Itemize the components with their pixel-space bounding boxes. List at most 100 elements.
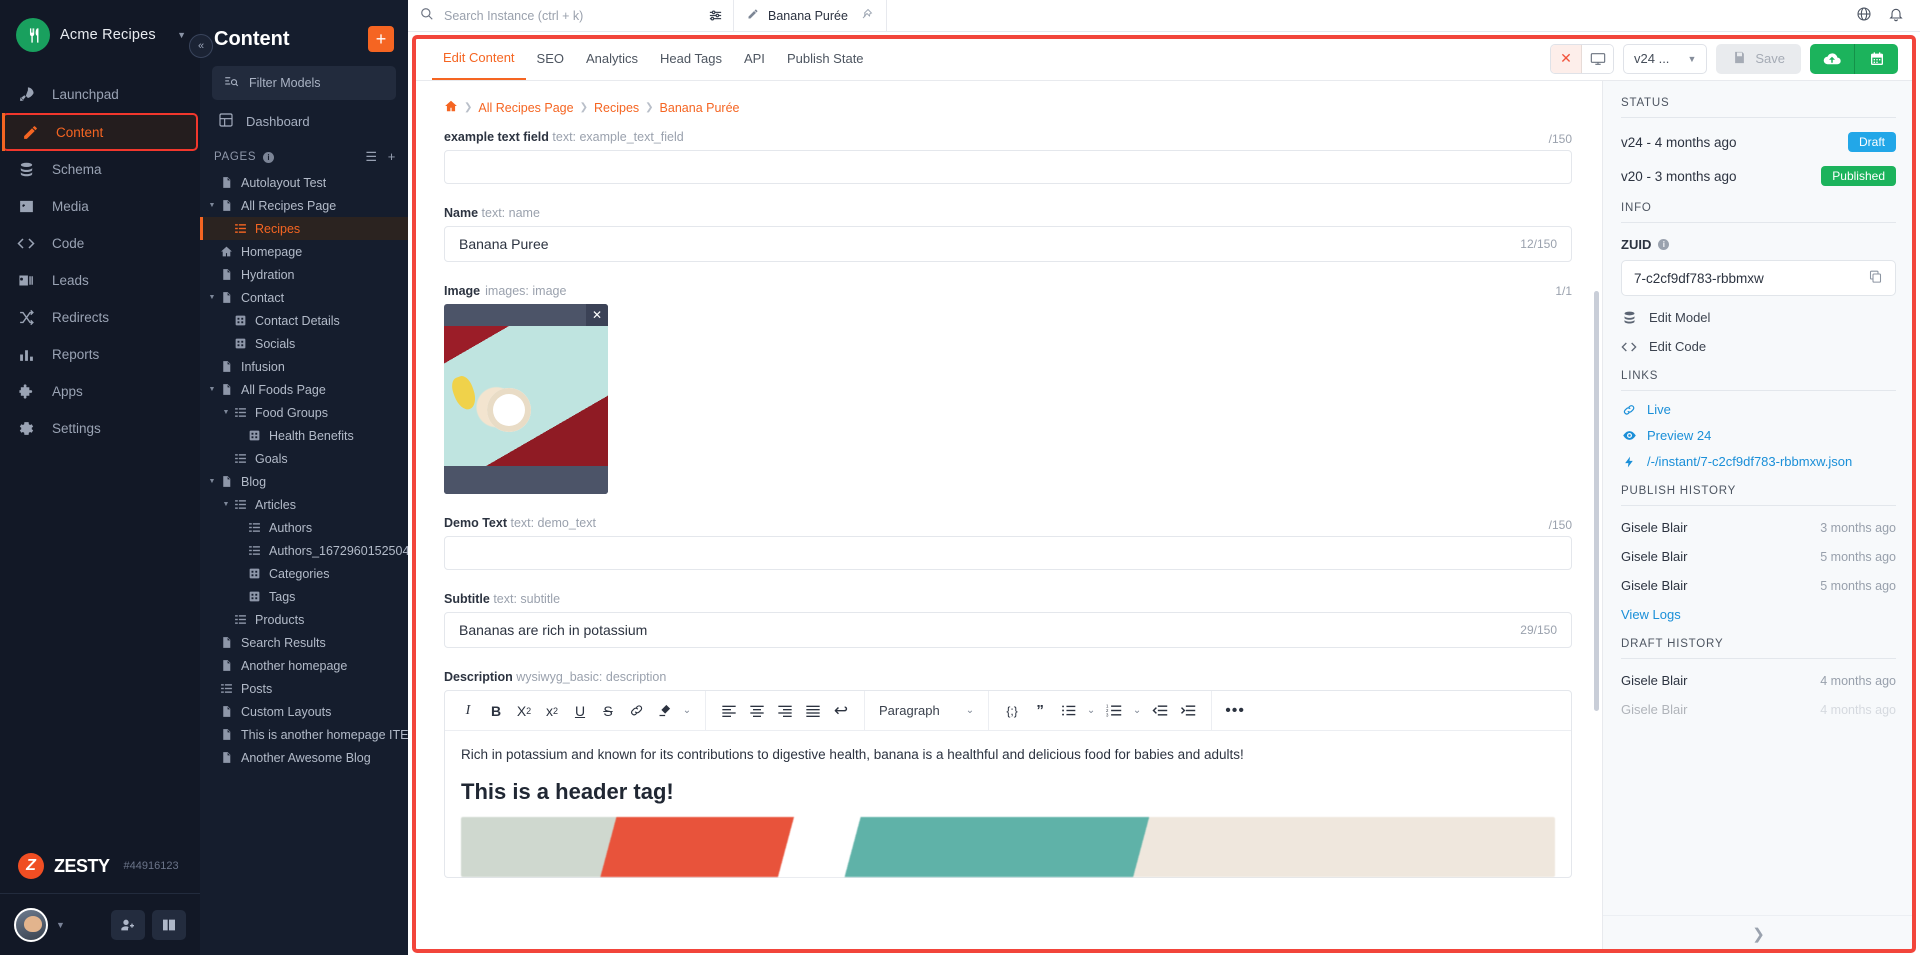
nav-item-redirects[interactable]: Redirects [0,299,200,336]
tab-api[interactable]: API [733,37,776,80]
tree-item-health-benefits[interactable]: Health Benefits [200,424,408,447]
collapse-sidebar-button[interactable]: « [189,34,213,58]
highlighter-icon[interactable] [651,697,677,725]
wysiwyg-content[interactable]: Rich in potassium and known for its cont… [445,731,1571,878]
tree-item-custom-layouts[interactable]: Custom Layouts [200,700,408,723]
image-thumbnail[interactable]: ✕ [444,304,608,494]
tab-edit-content[interactable]: Edit Content [432,37,526,80]
tree-item-authors-1672960152504[interactable]: Authors_1672960152504 [200,539,408,562]
tree-item-contact-details[interactable]: Contact Details [200,309,408,332]
tree-item-this-is-another-homepage-item[interactable]: This is another homepage ITEM [200,723,408,746]
tree-item-homepage[interactable]: Homepage [200,240,408,263]
nav-item-reports[interactable]: Reports [0,336,200,373]
name-input[interactable]: Banana Puree 12/150 [444,226,1572,262]
blockquote-icon[interactable]: ” [1027,697,1053,725]
tree-item-categories[interactable]: Categories [200,562,408,585]
save-button[interactable]: Save [1716,43,1801,74]
link-icon[interactable] [623,697,649,725]
chevron-down-icon[interactable]: ⌄ [679,697,695,725]
avatar[interactable] [14,907,48,942]
open-tab-banana-puree[interactable]: Banana Purée [733,0,887,31]
tab-publish-state[interactable]: Publish State [776,37,875,80]
expand-panel-button[interactable]: ❯ [1603,915,1914,951]
outdent-icon[interactable] [1147,697,1173,725]
link-live[interactable]: Live [1621,402,1896,417]
cloud-upload-icon[interactable] [1810,43,1854,74]
add-page-icon[interactable]: + [388,149,396,165]
chevron-down-icon[interactable]: ▼ [177,30,186,40]
numbered-list-icon[interactable]: 123 [1101,697,1127,725]
tree-item-tags[interactable]: Tags [200,585,408,608]
version-select[interactable]: v24 ... ▼ [1623,43,1708,74]
home-icon[interactable] [444,99,458,116]
tree-item-food-groups[interactable]: ▼ Food Groups [200,401,408,424]
edit-code-link[interactable]: Edit Code [1621,339,1896,354]
tree-item-another-awesome-blog[interactable]: Another Awesome Blog [200,746,408,769]
list-view-icon[interactable]: ☰ [365,149,377,165]
tab-analytics[interactable]: Analytics [575,37,649,80]
zuid-field[interactable]: 7-c2cf9df783-rbbmxw [1621,260,1896,296]
strikethrough-icon[interactable]: S [595,697,621,725]
link-preview-24[interactable]: Preview 24 [1621,428,1896,443]
chevron-down-icon[interactable]: ▼ [56,920,65,930]
tree-item-search-results[interactable]: Search Results [200,631,408,654]
chevron-down-icon[interactable]: ▼ [206,386,218,393]
search-input[interactable]: Search Instance (ctrl + k) [408,0,698,31]
book-icon[interactable] [152,909,186,940]
close-icon[interactable]: ✕ [1551,44,1583,73]
subscript-icon[interactable]: X2 [511,697,537,725]
info-icon[interactable]: i [263,151,275,163]
italic-icon[interactable]: I [455,697,481,725]
line-break-icon[interactable]: ↩ [828,697,854,725]
sliders-icon[interactable] [698,0,733,31]
form-scrollbar[interactable] [1594,291,1599,711]
link--instant-7-c2cf9df783-rbbmxw-json[interactable]: /-/instant/7-c2cf9df783-rbbmxw.json [1621,454,1896,469]
tree-item-another-homepage[interactable]: Another homepage [200,654,408,677]
chevron-down-icon[interactable]: ⌄ [1083,697,1099,725]
brand-switcher[interactable]: Acme Recipes ▼ [0,0,200,72]
tree-item-posts[interactable]: Posts [200,677,408,700]
nav-item-content[interactable]: Content [2,113,198,151]
tree-item-all-recipes-page[interactable]: ▼ All Recipes Page [200,194,408,217]
close-icon[interactable]: ✕ [586,304,608,326]
nav-item-media[interactable]: Media [0,188,200,225]
bold-icon[interactable]: B [483,697,509,725]
tab-head-tags[interactable]: Head Tags [649,37,733,80]
tree-item-articles[interactable]: ▼ Articles [200,493,408,516]
superscript-icon[interactable]: x2 [539,697,565,725]
example-text-field-input[interactable] [444,150,1572,184]
globe-icon[interactable] [1856,6,1872,25]
monitor-icon[interactable] [1582,44,1614,73]
filter-models-input[interactable]: Filter Models [212,66,396,100]
nav-item-apps[interactable]: Apps [0,373,200,410]
tree-item-authors[interactable]: Authors [200,516,408,539]
breadcrumb-item-0[interactable]: All Recipes Page [478,101,573,115]
tree-item-hydration[interactable]: Hydration [200,263,408,286]
edit-model-link[interactable]: Edit Model [1621,310,1896,325]
align-right-icon[interactable] [772,697,798,725]
tab-seo[interactable]: SEO [526,37,575,80]
underline-icon[interactable]: U [567,697,593,725]
code-snippet-icon[interactable]: {;} [999,697,1025,725]
align-left-icon[interactable] [716,697,742,725]
add-item-button[interactable]: + [368,26,394,52]
align-center-icon[interactable] [744,697,770,725]
chevron-down-icon[interactable]: ▼ [206,202,218,209]
calendar-icon[interactable] [1854,43,1898,74]
tree-item-products[interactable]: Products [200,608,408,631]
tree-item-recipes[interactable]: Recipes [200,217,408,240]
nav-item-settings[interactable]: Settings [0,410,200,447]
tree-item-autolayout-test[interactable]: Autolayout Test [200,171,408,194]
nav-item-launchpad[interactable]: Launchpad [0,76,200,113]
tree-item-all-foods-page[interactable]: ▼ All Foods Page [200,378,408,401]
align-justify-icon[interactable] [800,697,826,725]
demo-text-input[interactable] [444,536,1572,570]
dashboard-link[interactable]: Dashboard [200,100,408,141]
more-options-icon[interactable]: ••• [1222,697,1248,725]
nav-item-schema[interactable]: Schema [0,151,200,188]
chevron-down-icon[interactable]: ▼ [206,294,218,301]
subtitle-input[interactable]: Bananas are rich in potassium 29/150 [444,612,1572,648]
tree-item-blog[interactable]: ▼ Blog [200,470,408,493]
chevron-down-icon[interactable]: ▼ [220,409,232,416]
pin-icon[interactable] [861,8,873,23]
